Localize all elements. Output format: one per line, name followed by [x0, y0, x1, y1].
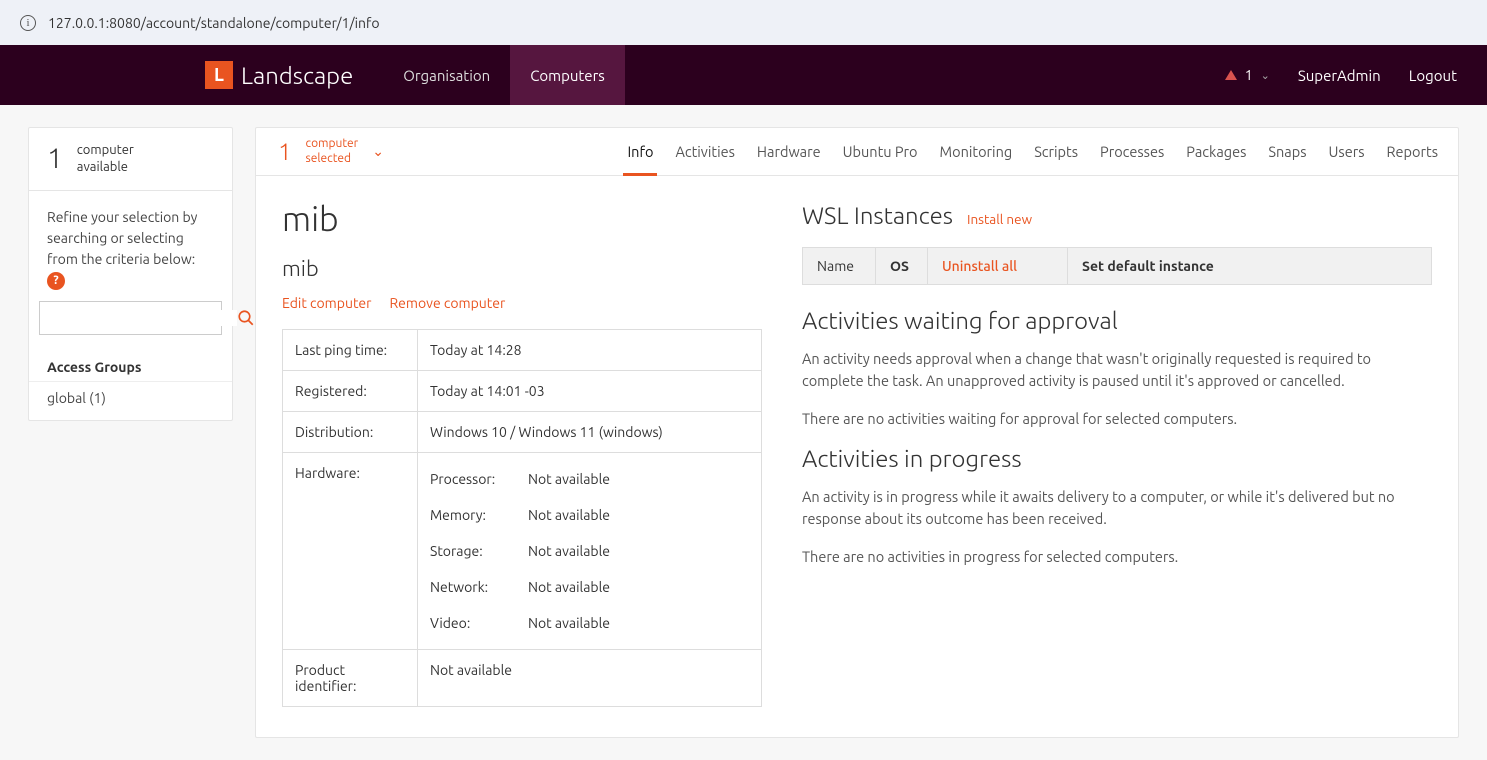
hw-network-label: Network: [430, 579, 520, 595]
wsl-title: WSL Instances [802, 202, 953, 229]
nav-user[interactable]: SuperAdmin [1298, 67, 1381, 84]
wsl-header-row: Name OS Uninstall all Set default instan… [802, 247, 1432, 285]
search-box [39, 301, 222, 335]
alert-count: 1 [1245, 67, 1253, 83]
product-id-label: Product identifier: [283, 650, 418, 707]
sidebar-available-summary: 1 computer available [29, 128, 232, 191]
tab-hardware[interactable]: Hardware [757, 128, 821, 175]
edit-computer-link[interactable]: Edit computer [282, 295, 371, 311]
content-header: 1 computer selected ⌄ Info Activities Ha… [256, 128, 1458, 176]
wsl-section-header: WSL Instances Install new [802, 202, 1432, 229]
selected-count: 1 [278, 138, 292, 165]
page-title: mib [282, 200, 762, 238]
tab-users[interactable]: Users [1329, 128, 1365, 175]
hw-memory-label: Memory: [430, 507, 520, 523]
nav-item-organisation[interactable]: Organisation [383, 45, 510, 105]
search-button[interactable] [237, 309, 255, 327]
tab-processes[interactable]: Processes [1100, 128, 1164, 175]
row-hardware: Hardware: Processor: Not available Memor… [283, 453, 762, 650]
approval-empty: There are no activities waiting for appr… [802, 408, 1432, 430]
sidebar-search [29, 301, 232, 349]
content-panel: 1 computer selected ⌄ Info Activities Ha… [255, 127, 1459, 738]
registered-label: Registered: [283, 371, 418, 412]
nav-item-computers[interactable]: Computers [510, 45, 625, 105]
hw-processor-value: Not available [528, 471, 749, 487]
progress-empty: There are no activities in progress for … [802, 546, 1432, 568]
hardware-label: Hardware: [283, 453, 418, 650]
tab-info[interactable]: Info [627, 128, 653, 175]
page: 1 computer available Refine your selecti… [0, 105, 1487, 760]
tab-reports[interactable]: Reports [1387, 128, 1438, 175]
wsl-uninstall-all-button[interactable]: Uninstall all [927, 248, 1067, 284]
progress-title: Activities in progress [802, 445, 1432, 472]
row-registered: Registered: Today at 14:01 -03 [283, 371, 762, 412]
progress-desc: An activity is in progress while it awai… [802, 486, 1432, 530]
top-nav: L Landscape Organisation Computers 1 ⌄ S… [0, 45, 1487, 105]
nav-items: Organisation Computers [383, 45, 625, 105]
main-content: mib mib Edit computer Remove computer La… [256, 176, 1458, 737]
access-groups-heading: Access Groups [29, 349, 232, 382]
approval-title: Activities waiting for approval [802, 307, 1432, 334]
tab-snaps[interactable]: Snaps [1268, 128, 1306, 175]
approval-desc: An activity needs approval when a change… [802, 348, 1432, 392]
hw-video-label: Video: [430, 615, 520, 631]
hw-storage-value: Not available [528, 543, 749, 559]
hw-processor-label: Processor: [430, 471, 520, 487]
last-ping-value: Today at 14:28 [418, 330, 762, 371]
access-group-global[interactable]: global (1) [29, 382, 232, 420]
nav-logout[interactable]: Logout [1409, 67, 1457, 84]
brand[interactable]: L Landscape [205, 61, 353, 89]
wsl-set-default-button[interactable]: Set default instance [1067, 248, 1431, 284]
tab-activities[interactable]: Activities [675, 128, 734, 175]
info-table: Last ping time: Today at 14:28 Registere… [282, 329, 762, 707]
selection-chevron-icon[interactable]: ⌄ [372, 143, 384, 160]
last-ping-label: Last ping time: [283, 330, 418, 371]
info-icon: i [20, 15, 36, 31]
search-input[interactable] [40, 310, 237, 326]
available-label: computer available [77, 142, 134, 176]
hw-network-value: Not available [528, 579, 749, 595]
row-last-ping: Last ping time: Today at 14:28 [283, 330, 762, 371]
hw-storage-label: Storage: [430, 543, 520, 559]
hardware-values: Processor: Not available Memory: Not ava… [418, 453, 762, 650]
tabs: Info Activities Hardware Ubuntu Pro Moni… [627, 128, 1438, 175]
registered-value: Today at 14:01 -03 [418, 371, 762, 412]
search-icon [237, 309, 255, 327]
tab-ubuntu-pro[interactable]: Ubuntu Pro [843, 128, 918, 175]
wsl-col-name: Name [803, 248, 875, 284]
help-icon[interactable]: ? [47, 272, 65, 290]
tab-monitoring[interactable]: Monitoring [940, 128, 1013, 175]
url-text: 127.0.0.1:8080/account/standalone/comput… [48, 15, 380, 31]
hw-video-value: Not available [528, 615, 749, 631]
row-distribution: Distribution: Windows 10 / Windows 11 (w… [283, 412, 762, 453]
hw-memory-value: Not available [528, 507, 749, 523]
browser-url-bar: i 127.0.0.1:8080/account/standalone/comp… [0, 0, 1487, 45]
sidebar: 1 computer available Refine your selecti… [28, 127, 233, 738]
wsl-install-new-link[interactable]: Install new [967, 211, 1032, 227]
alert-triangle-icon [1225, 70, 1237, 80]
remove-computer-link[interactable]: Remove computer [389, 295, 505, 311]
refine-text: Refine your selection by searching or se… [29, 191, 232, 301]
computer-subtitle: mib [282, 256, 762, 281]
wsl-col-os: OS [875, 248, 927, 284]
tab-scripts[interactable]: Scripts [1034, 128, 1078, 175]
brand-logo-icon: L [205, 61, 233, 89]
nav-right: 1 ⌄ SuperAdmin Logout [1225, 67, 1457, 84]
selected-label: computer selected [306, 137, 359, 166]
computer-info-column: mib mib Edit computer Remove computer La… [282, 200, 762, 707]
alerts-dropdown[interactable]: 1 ⌄ [1225, 67, 1270, 83]
side-info-column: WSL Instances Install new Name OS Uninst… [802, 200, 1432, 707]
chevron-down-icon: ⌄ [1261, 69, 1270, 82]
brand-name: Landscape [241, 62, 353, 89]
tab-packages[interactable]: Packages [1186, 128, 1246, 175]
row-product-id: Product identifier: Not available [283, 650, 762, 707]
distribution-value: Windows 10 / Windows 11 (windows) [418, 412, 762, 453]
product-id-value: Not available [418, 650, 762, 707]
action-links: Edit computer Remove computer [282, 295, 762, 311]
sidebar-box: 1 computer available Refine your selecti… [28, 127, 233, 421]
available-count: 1 [47, 143, 63, 174]
distribution-label: Distribution: [283, 412, 418, 453]
